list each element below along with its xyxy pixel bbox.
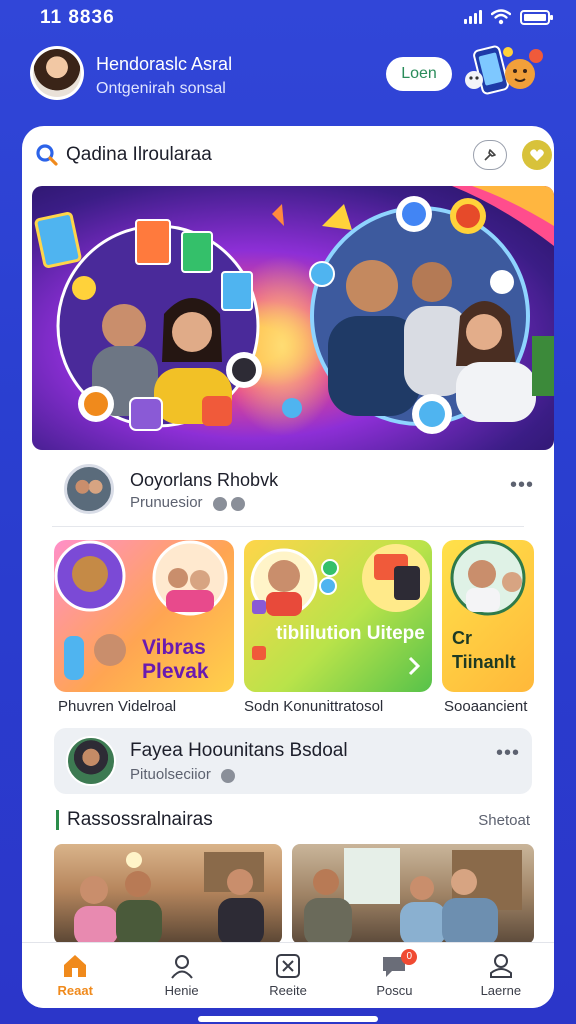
feature-subtitle: Pituolseciior	[130, 766, 239, 784]
tile-card[interactable]: tiblilution Uitepe	[244, 540, 432, 692]
home-indicator[interactable]	[198, 1016, 378, 1022]
status-time: 11 8836	[40, 7, 115, 28]
notification-badge: 0	[401, 949, 418, 965]
nav-item-profile[interactable]: Laerne	[448, 943, 554, 1008]
home-icon	[64, 955, 87, 977]
more-options-button[interactable]: •••	[496, 742, 520, 765]
search-bar[interactable]: Qadina Ilroularaa	[36, 140, 552, 170]
feature-avatar[interactable]	[66, 736, 116, 786]
app-header: Hendoraslc Asral Ontgenirah sonsal Loen	[0, 40, 576, 112]
hero-banner[interactable]	[32, 186, 554, 450]
nav-item-home[interactable]: Reaat	[22, 943, 128, 1008]
tile-label: Sooaancient	[444, 698, 528, 715]
feature-row[interactable]: Fayea Hoounitans Bsdoal Pituolseciior ••…	[54, 728, 532, 794]
post-title: Ooyorlans Rhobvk	[130, 470, 279, 490]
pin-icon	[484, 149, 496, 161]
header-subtitle: Ontgenirah sonsal	[96, 80, 226, 97]
tile-title: Cr Tiinanlt	[452, 628, 516, 672]
nav-label: Reaat	[57, 983, 93, 998]
photo-illustration	[74, 852, 264, 944]
search-input[interactable]: Qadina Ilroularaa	[66, 144, 212, 166]
status-icons	[464, 9, 553, 25]
nav-label: Henie	[164, 983, 199, 998]
tile-label: Phuvren Videlroal	[58, 698, 177, 715]
heart-icon	[530, 149, 544, 161]
profile-icon	[489, 954, 512, 978]
globe-icon	[221, 768, 236, 783]
avatar[interactable]	[30, 46, 84, 100]
mascot-illustration	[465, 45, 543, 95]
login-button[interactable]: Loen	[386, 57, 452, 91]
more-options-button[interactable]: •••	[510, 474, 534, 497]
tile-title: Vibras Plevak	[142, 636, 209, 683]
nav-label: Poscu	[376, 983, 413, 998]
pin-button[interactable]	[473, 140, 507, 170]
share-icon	[276, 954, 301, 978]
post-header[interactable]: Ooyorlans Rhobvk Prunuesior •••	[64, 462, 534, 518]
post-subtitle: Prunuesior	[130, 494, 249, 512]
tile-card[interactable]: Vibras Plevak	[54, 540, 234, 692]
nav-item-person[interactable]: Henie	[128, 943, 234, 1008]
bottom-nav: Reaat Henie Reeite 0 Poscu Laerne	[22, 942, 554, 1008]
heart-badge-button[interactable]	[522, 140, 552, 170]
post-subtitle-text: Prunuesior	[130, 494, 203, 511]
tiles-row: Vibras Plevak Phuvren Videlroal tiblilut…	[22, 540, 554, 720]
signal-icon	[464, 10, 482, 24]
header-title: Hendoraslc Asral	[96, 54, 233, 74]
feature-subtitle-text: Pituolseciior	[130, 766, 211, 783]
nav-item-chat[interactable]: 0 Poscu	[341, 943, 447, 1008]
tile-title: tiblilution Uitepe	[276, 623, 425, 644]
divider	[52, 526, 524, 527]
nav-item-share[interactable]: Reeite	[235, 943, 341, 1008]
person-icon	[170, 955, 193, 979]
tile-card[interactable]: Cr Tiinanlt	[442, 540, 534, 692]
section-see-all-link[interactable]: Shetoat	[478, 812, 530, 829]
photo-illustration	[304, 848, 522, 944]
status-bar: 11 8836	[0, 0, 576, 34]
nav-label: Reeite	[269, 983, 307, 998]
hero-illustration	[34, 186, 554, 436]
nav-label: Laerne	[480, 983, 522, 998]
tile-illustration	[250, 544, 430, 676]
photo-card[interactable]	[292, 844, 534, 944]
feature-title: Fayea Hoounitans Bsdoal	[130, 740, 348, 761]
search-icon[interactable]	[36, 144, 58, 166]
main-card: Qadina Ilroularaa Ooyorlans Rhobvk Prunu…	[22, 126, 554, 1008]
clock-icon	[212, 496, 227, 511]
section-title: Rassossralnairas	[56, 810, 213, 830]
globe-icon	[230, 496, 245, 511]
tile-label: Sodn Konunittratosol	[244, 698, 384, 715]
photo-card[interactable]	[54, 844, 282, 944]
battery-icon	[520, 9, 553, 25]
wifi-icon	[491, 9, 511, 25]
post-avatar[interactable]	[64, 464, 114, 514]
